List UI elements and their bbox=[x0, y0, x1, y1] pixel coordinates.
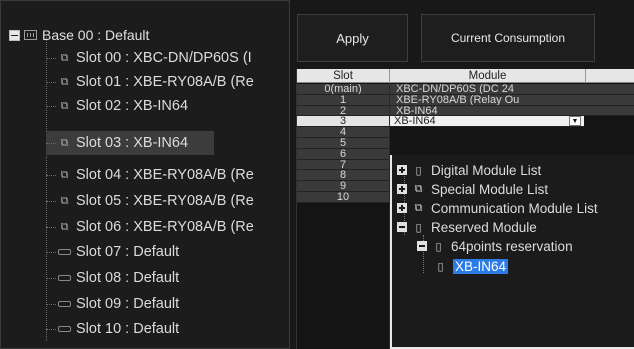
tree-root-base-00[interactable]: Base 00 : Default bbox=[9, 24, 149, 46]
tree-slot-label: Slot 01 : XBE-RY08A/B (Re bbox=[76, 74, 254, 90]
tree-slot-label: Slot 06 : XBE-RY08A/B (Re bbox=[76, 219, 254, 235]
tree-slot-label: Slot 04 : XBE-RY08A/B (Re bbox=[76, 167, 254, 183]
tree-slot-04[interactable]: ⧉ Slot 04 : XBE-RY08A/B (Re bbox=[46, 163, 289, 187]
column-header-module[interactable]: Module bbox=[390, 69, 586, 83]
grid-row-module-0[interactable]: XBC-DN/DP60S (DC 24 bbox=[390, 84, 634, 95]
base-rack-icon bbox=[24, 30, 37, 40]
current-consumption-button[interactable]: Current Consumption bbox=[421, 14, 595, 62]
tree-slot-05[interactable]: ⧉ Slot 05 : XBE-RY08A/B (Re bbox=[46, 189, 289, 213]
expand-plus-icon[interactable] bbox=[397, 184, 407, 194]
collapse-minus-icon[interactable] bbox=[397, 222, 407, 232]
apply-button-label: Apply bbox=[336, 30, 369, 46]
grid-row-module-1[interactable]: XBE-RY08A/B (Relay Ou bbox=[390, 94, 634, 106]
base-tree-panel[interactable]: Base 00 : Default ⧉ Slot 00 : XBC-DN/DP6… bbox=[0, 0, 290, 349]
module-icon: ⧉ bbox=[60, 194, 69, 207]
category-reserved-module[interactable]: ▯ Reserved Module bbox=[397, 218, 537, 236]
collapse-minus-icon[interactable] bbox=[417, 241, 427, 251]
grid-row-slot-6[interactable]: 6 bbox=[297, 148, 389, 160]
subcategory-64points-reservation[interactable]: ▯ 64points reservation bbox=[417, 237, 573, 255]
tree-slot-label: Slot 02 : XB-IN64 bbox=[76, 98, 189, 114]
category-label: Special Module List bbox=[431, 181, 549, 197]
grid-module-text: XB-IN64 bbox=[394, 116, 436, 128]
tree-slot-label: Slot 03 : XB-IN64 bbox=[76, 135, 189, 151]
tree-slot-label: Slot 05 : XBE-RY08A/B (Re bbox=[76, 193, 254, 209]
combo-dropdown-arrow-icon[interactable]: ▼ bbox=[569, 116, 581, 127]
grid-row-slot-9[interactable]: 9 bbox=[297, 181, 389, 192]
expand-plus-icon[interactable] bbox=[397, 203, 407, 213]
module-folder-icon: ▯ bbox=[435, 240, 442, 253]
selected-module-label: XB-IN64 bbox=[453, 258, 509, 274]
module-selection-dropdown[interactable]: ▯ Digital Module List ⧉ Special Module L… bbox=[390, 155, 634, 349]
module-folder-icon: ⧉ bbox=[414, 182, 423, 195]
grid-row-slot-7[interactable]: 7 bbox=[297, 159, 389, 171]
tree-slot-label: Slot 07 : Default bbox=[76, 244, 180, 260]
column-header-spare bbox=[586, 69, 634, 83]
module-combo-input[interactable]: XB-IN64 bbox=[390, 116, 584, 128]
grid-row-slot-8[interactable]: 8 bbox=[297, 170, 389, 182]
module-icon: ⧉ bbox=[60, 136, 69, 149]
current-consumption-label: Current Consumption bbox=[450, 31, 566, 45]
tree-slot-label: Slot 09 : Default bbox=[76, 296, 180, 312]
grid-module-text: XBC-DN/DP60S (DC 24 bbox=[396, 84, 514, 95]
module-icon: ⧉ bbox=[60, 220, 69, 233]
tree-slot-08[interactable]: Slot 08 : Default bbox=[46, 266, 289, 290]
module-icon: ⧉ bbox=[60, 99, 69, 112]
tree-slot-01[interactable]: ⧉ Slot 01 : XBE-RY08A/B (Re bbox=[46, 70, 289, 94]
category-digital-module-list[interactable]: ▯ Digital Module List bbox=[397, 161, 541, 179]
empty-slot-icon bbox=[58, 326, 71, 332]
collapse-expander-icon[interactable] bbox=[9, 29, 20, 41]
module-icon: ⧉ bbox=[60, 51, 69, 64]
tree-slot-label: Slot 10 : Default bbox=[76, 321, 180, 337]
grid-module-text: XB-IN64 bbox=[396, 105, 438, 117]
expand-plus-icon[interactable] bbox=[397, 165, 407, 175]
module-icon: ⧉ bbox=[60, 75, 69, 88]
grid-row-slot-4[interactable]: 4 bbox=[297, 127, 389, 138]
grid-row-module-2[interactable]: XB-IN64 bbox=[390, 105, 634, 117]
grid-module-text: XBE-RY08A/B (Relay Ou bbox=[396, 94, 520, 106]
tree-slot-label: Slot 08 : Default bbox=[76, 270, 180, 286]
module-option-xb-in64[interactable]: ▯ XB-IN64 bbox=[434, 257, 509, 275]
grid-row-slot-0[interactable]: 0(main) bbox=[297, 84, 389, 95]
tree-slot-label: Slot 00 : XBC-DN/DP60S (I bbox=[76, 50, 252, 66]
tree-slot-03[interactable]: ⧉ Slot 03 : XB-IN64 bbox=[46, 131, 214, 155]
empty-slot-icon bbox=[58, 249, 71, 255]
module-folder-icon: ⧉ bbox=[414, 201, 423, 214]
empty-slot-icon bbox=[58, 301, 71, 307]
grid-row-slot-5[interactable]: 5 bbox=[297, 138, 389, 149]
module-folder-icon: ▯ bbox=[415, 221, 422, 234]
category-label: Communication Module List bbox=[431, 200, 598, 216]
column-header-slot[interactable]: Slot bbox=[297, 69, 390, 83]
category-communication-module-list[interactable]: ⧉ Communication Module List bbox=[397, 199, 598, 217]
grid-row-slot-2[interactable]: 2 bbox=[297, 105, 389, 117]
tree-root-label: Base 00 : Default bbox=[42, 27, 150, 43]
category-label: Reserved Module bbox=[431, 219, 537, 235]
tree-slot-00[interactable]: ⧉ Slot 00 : XBC-DN/DP60S (I bbox=[46, 46, 289, 70]
tree-slot-09[interactable]: Slot 09 : Default bbox=[46, 292, 289, 316]
empty-slot-icon bbox=[58, 275, 71, 281]
apply-button[interactable]: Apply bbox=[297, 14, 408, 62]
category-label: Digital Module List bbox=[431, 162, 542, 178]
tree-slot-06[interactable]: ⧉ Slot 06 : XBE-RY08A/B (Re bbox=[46, 215, 289, 239]
module-icon: ▯ bbox=[437, 260, 444, 273]
module-folder-icon: ▯ bbox=[415, 164, 422, 177]
tree-slot-02[interactable]: ⧉ Slot 02 : XB-IN64 bbox=[46, 94, 289, 118]
tree-slot-10[interactable]: Slot 10 : Default bbox=[46, 317, 289, 341]
tree-slot-07[interactable]: Slot 07 : Default bbox=[46, 240, 289, 264]
subcategory-label: 64points reservation bbox=[451, 238, 573, 254]
grid-row-slot-1[interactable]: 1 bbox=[297, 94, 389, 106]
grid-row-slot-10[interactable]: 10 bbox=[297, 192, 389, 203]
category-special-module-list[interactable]: ⧉ Special Module List bbox=[397, 180, 548, 198]
module-icon: ⧉ bbox=[60, 168, 69, 181]
grid-row-slot-3[interactable]: 3 bbox=[297, 116, 389, 128]
